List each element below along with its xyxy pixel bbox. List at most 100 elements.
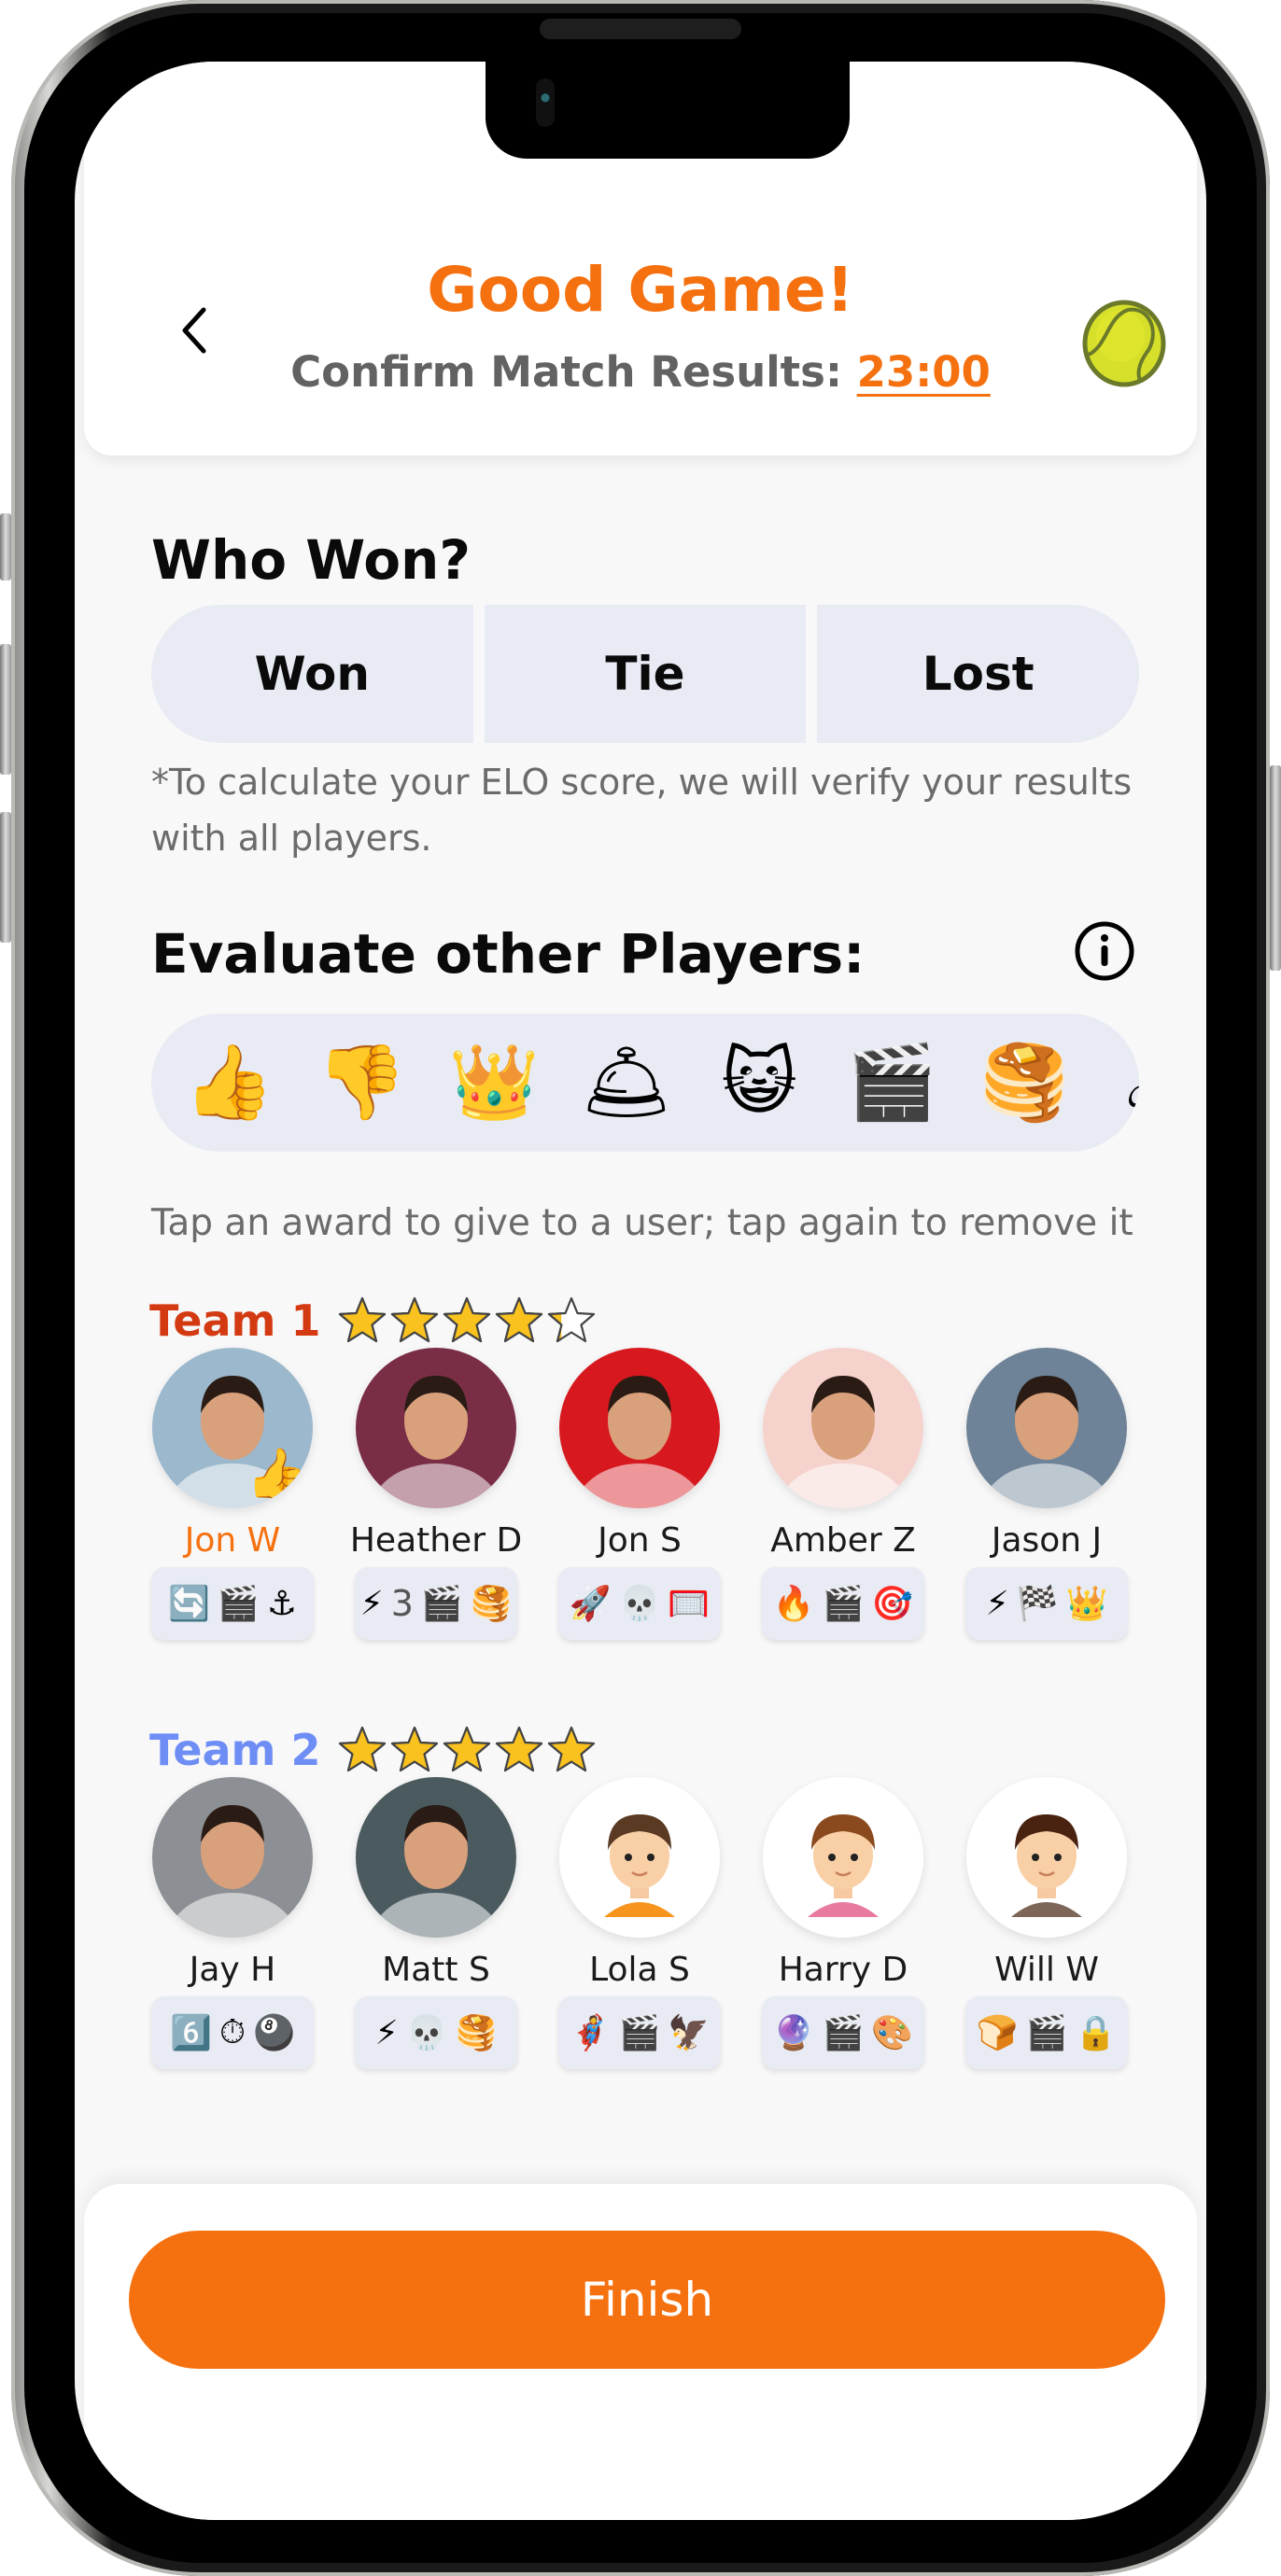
who-won-title: Who Won?	[151, 528, 471, 592]
player-name: Harry D	[778, 1951, 908, 1989]
player-awards: ⚡ 💀 🥞	[355, 1996, 517, 2069]
award-thumbs-up-icon[interactable]: 👍	[179, 1033, 278, 1132]
rating-star-icon	[443, 1296, 491, 1343]
evaluate-title: Evaluate other Players:	[151, 922, 866, 986]
avatar[interactable]	[763, 1348, 923, 1508]
avatar[interactable]	[559, 1777, 720, 1938]
player-card[interactable]: Jay H 6️⃣ ⏱ 🎱	[151, 1777, 314, 2069]
team-header: Team 1	[149, 1295, 597, 1346]
award-badge-icon: 🥞	[455, 2014, 498, 2052]
award-badge-icon: ⏱	[218, 2013, 246, 2051]
tennis-ball-icon	[1082, 300, 1166, 387]
confirm-subtitle: Confirm Match Results: 23:00	[84, 347, 1197, 397]
countdown-timer[interactable]: 23:00	[857, 347, 991, 397]
award-badge-icon: 🎬	[1025, 2014, 1068, 2052]
player-card[interactable]: Harry D 🔮 🎬 🎨	[762, 1777, 924, 2069]
avatar[interactable]	[763, 1777, 923, 1938]
player-card[interactable]: Lola S 🦸 🎬 🦅	[558, 1777, 721, 2069]
bottom-sheet: Finish	[84, 2184, 1197, 2520]
player-name: Lola S	[589, 1951, 690, 1989]
result-tie-button[interactable]: Tie	[484, 605, 807, 743]
player-card[interactable]: Jason J ⚡ 🏁 👑	[965, 1348, 1128, 1640]
team-rating	[337, 1725, 597, 1775]
rating-star-icon	[391, 1726, 439, 1772]
thumbs-up-award-icon: 👍	[246, 1445, 309, 1504]
volume-down-button	[0, 812, 11, 943]
team-rating	[337, 1295, 597, 1346]
player-card[interactable]: 👍 Jon W 🔄 🎬 ⚓	[151, 1348, 314, 1640]
cartoon-avatar-icon	[763, 1777, 923, 1938]
award-badge-icon: 🏁	[1016, 1585, 1059, 1623]
profile-photo	[559, 1348, 720, 1508]
result-won-button[interactable]: Won	[151, 605, 473, 743]
player-awards: ⚡ 🏁 👑	[965, 1567, 1128, 1640]
award-badge-icon: 🔄	[168, 1585, 210, 1623]
award-badge-icon: 👑	[1065, 1585, 1108, 1623]
award-badge-icon: 🎨	[871, 2014, 914, 2052]
award-badge-icon: ⚡	[985, 1584, 1009, 1623]
award-badge-icon: 🎯	[871, 1585, 914, 1623]
award-thumbs-down-icon[interactable]: 👎	[312, 1033, 411, 1132]
player-awards: 🦸 🎬 🦅	[558, 1996, 721, 2069]
player-awards: 🔮 🎬 🎨	[762, 1996, 924, 2069]
avatar[interactable]: 👍	[152, 1348, 313, 1508]
profile-photo	[356, 1777, 516, 1938]
volume-up-button	[0, 644, 11, 775]
player-name: Jon S	[598, 1521, 682, 1560]
player-awards: 🍞 🎬 🔒	[965, 1996, 1128, 2069]
avatar[interactable]	[152, 1777, 313, 1938]
award-count: 3	[390, 1583, 414, 1624]
earpiece-speaker	[540, 19, 741, 39]
avatar[interactable]	[559, 1348, 720, 1508]
elo-note: *To calculate your ELO score, we will ve…	[151, 762, 1133, 859]
avatar[interactable]	[966, 1348, 1127, 1508]
rating-star-icon	[339, 1726, 387, 1772]
power-button	[1270, 765, 1281, 971]
player-name: Amber Z	[770, 1521, 916, 1560]
avatar[interactable]	[966, 1777, 1127, 1938]
award-badge-icon: 🎬	[822, 2014, 865, 2052]
award-hint: Tap an award to give to a user; tap agai…	[151, 1202, 1133, 1244]
avatar[interactable]	[356, 1348, 516, 1508]
award-badge-icon: 🔮	[772, 2014, 815, 2052]
page-title: Good Game!	[427, 254, 854, 326]
profile-photo	[152, 1777, 313, 1938]
player-card[interactable]: Will W 🍞 🎬 🔒	[965, 1777, 1128, 2069]
award-flaming-ball-icon[interactable]: ☄	[1107, 1033, 1139, 1132]
award-badge-icon: 🎬	[420, 1585, 463, 1623]
award-badge-icon: 🦸	[569, 2014, 612, 2052]
team-name: Team 1	[149, 1295, 321, 1346]
player-card[interactable]: Amber Z 🔥 🎬 🎯	[762, 1348, 924, 1640]
award-badge-icon: ⚓	[266, 1584, 297, 1623]
team-header: Team 2	[149, 1725, 597, 1775]
award-crown-icon[interactable]: 👑	[444, 1033, 543, 1132]
player-row: Jay H 6️⃣ ⏱ 🎱 Matt S ⚡ 💀 🥞 Lola S 🦸 🎬 🦅 Harry D 🔮 🎬 🎨 Wi…	[151, 1777, 1128, 2069]
team-name: Team 2	[149, 1725, 321, 1775]
player-card[interactable]: Matt S ⚡ 💀 🥞	[355, 1777, 517, 2069]
award-clapperboard-icon[interactable]: 🎬	[842, 1033, 941, 1132]
cartoon-avatar-icon	[966, 1777, 1127, 1938]
award-badge-icon: 🥞	[470, 1585, 513, 1623]
award-badge-icon: ⚡	[359, 1584, 384, 1623]
result-lost-button[interactable]: Lost	[817, 605, 1140, 743]
player-name: Heather D	[349, 1521, 523, 1560]
player-row: 👍 Jon W 🔄 🎬 ⚓ Heather D ⚡ 3 🎬 🥞 Jon S 🚀 💀 🥅 Amber Z 🔥 🎬 🎯…	[151, 1348, 1128, 1640]
rating-star-icon	[391, 1296, 439, 1343]
award-cool-cat-icon[interactable]: 😺	[710, 1033, 809, 1132]
awards-scroller[interactable]: 👍 👎 👑 🛎 😺 🎬 🥞 ☄	[151, 1014, 1139, 1152]
info-icon[interactable]	[1074, 920, 1135, 982]
player-name: Will W	[994, 1951, 1099, 1989]
rating-star-icon	[339, 1296, 387, 1343]
avatar[interactable]	[356, 1777, 516, 1938]
award-pancakes-icon[interactable]: 🥞	[975, 1033, 1074, 1132]
player-card[interactable]: Jon S 🚀 💀 🥅	[558, 1348, 721, 1640]
award-badge-icon: ⚡	[374, 2013, 399, 2052]
rating-star-icon	[548, 1726, 596, 1772]
player-card[interactable]: Heather D ⚡ 3 🎬 🥞	[350, 1348, 522, 1640]
award-badge-icon: 🎬	[822, 1585, 865, 1623]
award-badge-icon: 🎬	[217, 1585, 260, 1623]
finish-button[interactable]: Finish	[129, 2231, 1165, 2369]
player-awards: ⚡ 3 🎬 🥞	[355, 1567, 517, 1640]
award-serving-cloche-icon[interactable]: 🛎	[577, 1033, 676, 1132]
player-name: Jay H	[189, 1951, 276, 1989]
